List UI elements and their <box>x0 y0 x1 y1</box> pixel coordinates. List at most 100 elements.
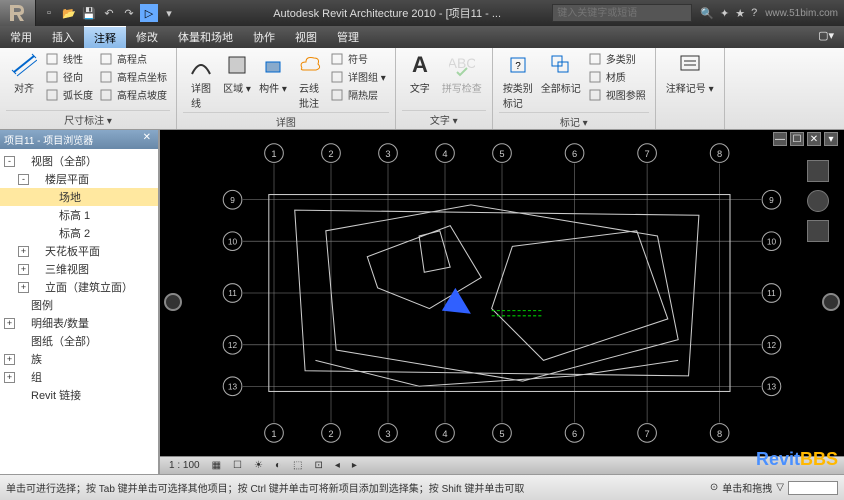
insul-button[interactable]: 隔热层 <box>327 86 389 103</box>
qat-new-icon[interactable]: ▫ <box>40 4 58 22</box>
tab-协作[interactable]: 协作 <box>243 26 285 48</box>
expand-icon[interactable]: - <box>18 174 29 185</box>
tree-node[interactable]: +三维视图 <box>0 260 158 278</box>
tab-注释[interactable]: 注释 <box>84 26 126 48</box>
svg-text:2: 2 <box>328 149 333 159</box>
sun-path-icon[interactable]: ☀ <box>251 460 266 471</box>
tab-视图[interactable]: 视图 <box>285 26 327 48</box>
shadows-icon[interactable]: ◐ <box>272 460 284 471</box>
expand-icon[interactable]: + <box>18 246 29 257</box>
tab-修改[interactable]: 修改 <box>126 26 168 48</box>
svg-text:1: 1 <box>271 429 276 439</box>
tree-node[interactable]: 图纸（全部） <box>0 332 158 350</box>
panel-title[interactable]: 文字 ▾ <box>402 110 486 127</box>
dim-arc-icon <box>45 88 59 102</box>
tree-icon <box>17 389 29 401</box>
tree-node[interactable]: -视图（全部） <box>0 152 158 170</box>
help-icon[interactable]: ? <box>751 7 757 20</box>
filter-icon[interactable]: ▽ <box>776 482 784 493</box>
tab-管理[interactable]: 管理 <box>327 26 369 48</box>
expand-icon[interactable]: + <box>4 354 15 365</box>
canvas-window-controls: — ☐ ✕ ▾ <box>773 132 838 146</box>
tree-node[interactable]: +组 <box>0 368 158 386</box>
help-search-input[interactable] <box>552 4 692 22</box>
tree-node[interactable]: +天花板平面 <box>0 242 158 260</box>
detail-line-button[interactable]: 详图线 <box>183 50 219 112</box>
tree-node[interactable]: 场地 <box>0 188 158 206</box>
svg-text:13: 13 <box>767 381 777 391</box>
close-icon[interactable]: ✕ <box>140 132 154 147</box>
crop-view-icon[interactable]: ⬚ <box>290 460 305 471</box>
tree-icon <box>45 209 57 221</box>
minimize-icon[interactable]: — <box>773 132 787 146</box>
expand-icon[interactable]: + <box>4 318 15 329</box>
tree-node[interactable]: +立面（建筑立面） <box>0 278 158 296</box>
svg-text:11: 11 <box>228 288 237 298</box>
spell-button: ABC拼写检查 <box>438 50 486 110</box>
scale-selector[interactable]: 1 : 100 <box>166 460 203 471</box>
component-button[interactable]: 构件 ▾ <box>255 50 291 112</box>
qat-dropdown-icon[interactable]: ▾ <box>160 4 178 22</box>
qat-pointer-icon[interactable]: ▷ <box>140 4 158 22</box>
scroll-right-icon[interactable]: ▸ <box>349 460 360 471</box>
tree-node[interactable]: Revit 链接 <box>0 386 158 404</box>
app-menu-button[interactable] <box>0 0 36 26</box>
panel-title[interactable]: 详图 <box>183 112 389 129</box>
favorites-icon[interactable]: ★ <box>735 7 745 20</box>
close-view-icon[interactable]: ✕ <box>807 132 821 146</box>
dim-linear-button[interactable]: 线性 <box>42 50 96 67</box>
expand-icon[interactable]: + <box>18 264 29 275</box>
svg-text:ABC: ABC <box>449 55 475 71</box>
tag-all-button[interactable]: 全部标记 <box>537 50 585 112</box>
dim-align-button[interactable]: 对齐 <box>6 50 42 110</box>
visual-style-icon[interactable]: ☐ <box>230 460 245 471</box>
scroll-left-icon[interactable]: ◂ <box>332 460 343 471</box>
tree-node[interactable]: 标高 1 <box>0 206 158 224</box>
ribbon-expand-icon[interactable]: ▢▾ <box>808 26 844 48</box>
panel-title[interactable]: 标记 ▾ <box>499 112 649 129</box>
maximize-icon[interactable]: ☐ <box>790 132 804 146</box>
window-title: Autodesk Revit Architecture 2010 - [项目11… <box>182 5 552 21</box>
expand-icon[interactable]: + <box>4 372 15 383</box>
region-button[interactable]: 区域 ▾ <box>219 50 255 112</box>
tree-node[interactable]: +族 <box>0 350 158 368</box>
tag-cat-button[interactable]: ?按类别标记 <box>499 50 537 112</box>
expand-icon[interactable]: - <box>4 156 15 167</box>
detail-level-icon[interactable]: ▦ <box>209 460 224 471</box>
group-button[interactable]: 详图组 ▾ <box>327 68 389 85</box>
symbol-button[interactable]: 符号 <box>327 50 389 67</box>
qat-save-icon[interactable]: 💾 <box>80 4 98 22</box>
view-menu-icon[interactable]: ▾ <box>824 132 838 146</box>
drawing-canvas[interactable]: 1122334455667788991010111112121313 <box>160 130 844 456</box>
tree-node[interactable]: 图例 <box>0 296 158 314</box>
comm-center-icon[interactable]: ✦ <box>720 7 729 20</box>
expand-icon[interactable]: + <box>18 282 29 293</box>
tree-node[interactable]: 标高 2 <box>0 224 158 242</box>
tab-插入[interactable]: 插入 <box>42 26 84 48</box>
material-button[interactable]: 材质 <box>585 68 649 85</box>
dim-arc-button[interactable]: 弧长度 <box>42 86 96 103</box>
dim-align-icon <box>11 52 37 78</box>
text-A-button[interactable]: A文字 <box>402 50 438 110</box>
tree-node[interactable]: -楼层平面 <box>0 170 158 188</box>
tree-node[interactable]: +明细表/数量 <box>0 314 158 332</box>
panel-title[interactable]: 尺寸标注 ▾ <box>6 110 170 127</box>
spot-coord-button[interactable]: 高程点坐标 <box>96 68 170 85</box>
spot-slope-button[interactable]: 高程点坡度 <box>96 86 170 103</box>
spot-elev-button[interactable]: 高程点 <box>96 50 170 67</box>
tab-体量和场地[interactable]: 体量和场地 <box>168 26 243 48</box>
qat-open-icon[interactable]: 📂 <box>60 4 78 22</box>
dim-radial-button[interactable]: 径向 <box>42 68 96 85</box>
tab-常用[interactable]: 常用 <box>0 26 42 48</box>
qat-undo-icon[interactable]: ↶ <box>100 4 118 22</box>
viewref-button[interactable]: 视图参照 <box>585 86 649 103</box>
multi-button[interactable]: 多类别 <box>585 50 649 67</box>
press-drag-icon[interactable]: ⊙ <box>710 482 718 493</box>
binoculars-icon[interactable]: 🔍 <box>700 7 714 20</box>
keynote-button[interactable]: 注释记号 ▾ <box>662 50 718 127</box>
crop-show-icon[interactable]: ⊡ <box>311 460 325 471</box>
qat-redo-icon[interactable]: ↷ <box>120 4 138 22</box>
cloud-button[interactable]: 云线批注 <box>291 50 327 112</box>
filter-count[interactable] <box>788 481 838 495</box>
svg-text:13: 13 <box>228 381 238 391</box>
